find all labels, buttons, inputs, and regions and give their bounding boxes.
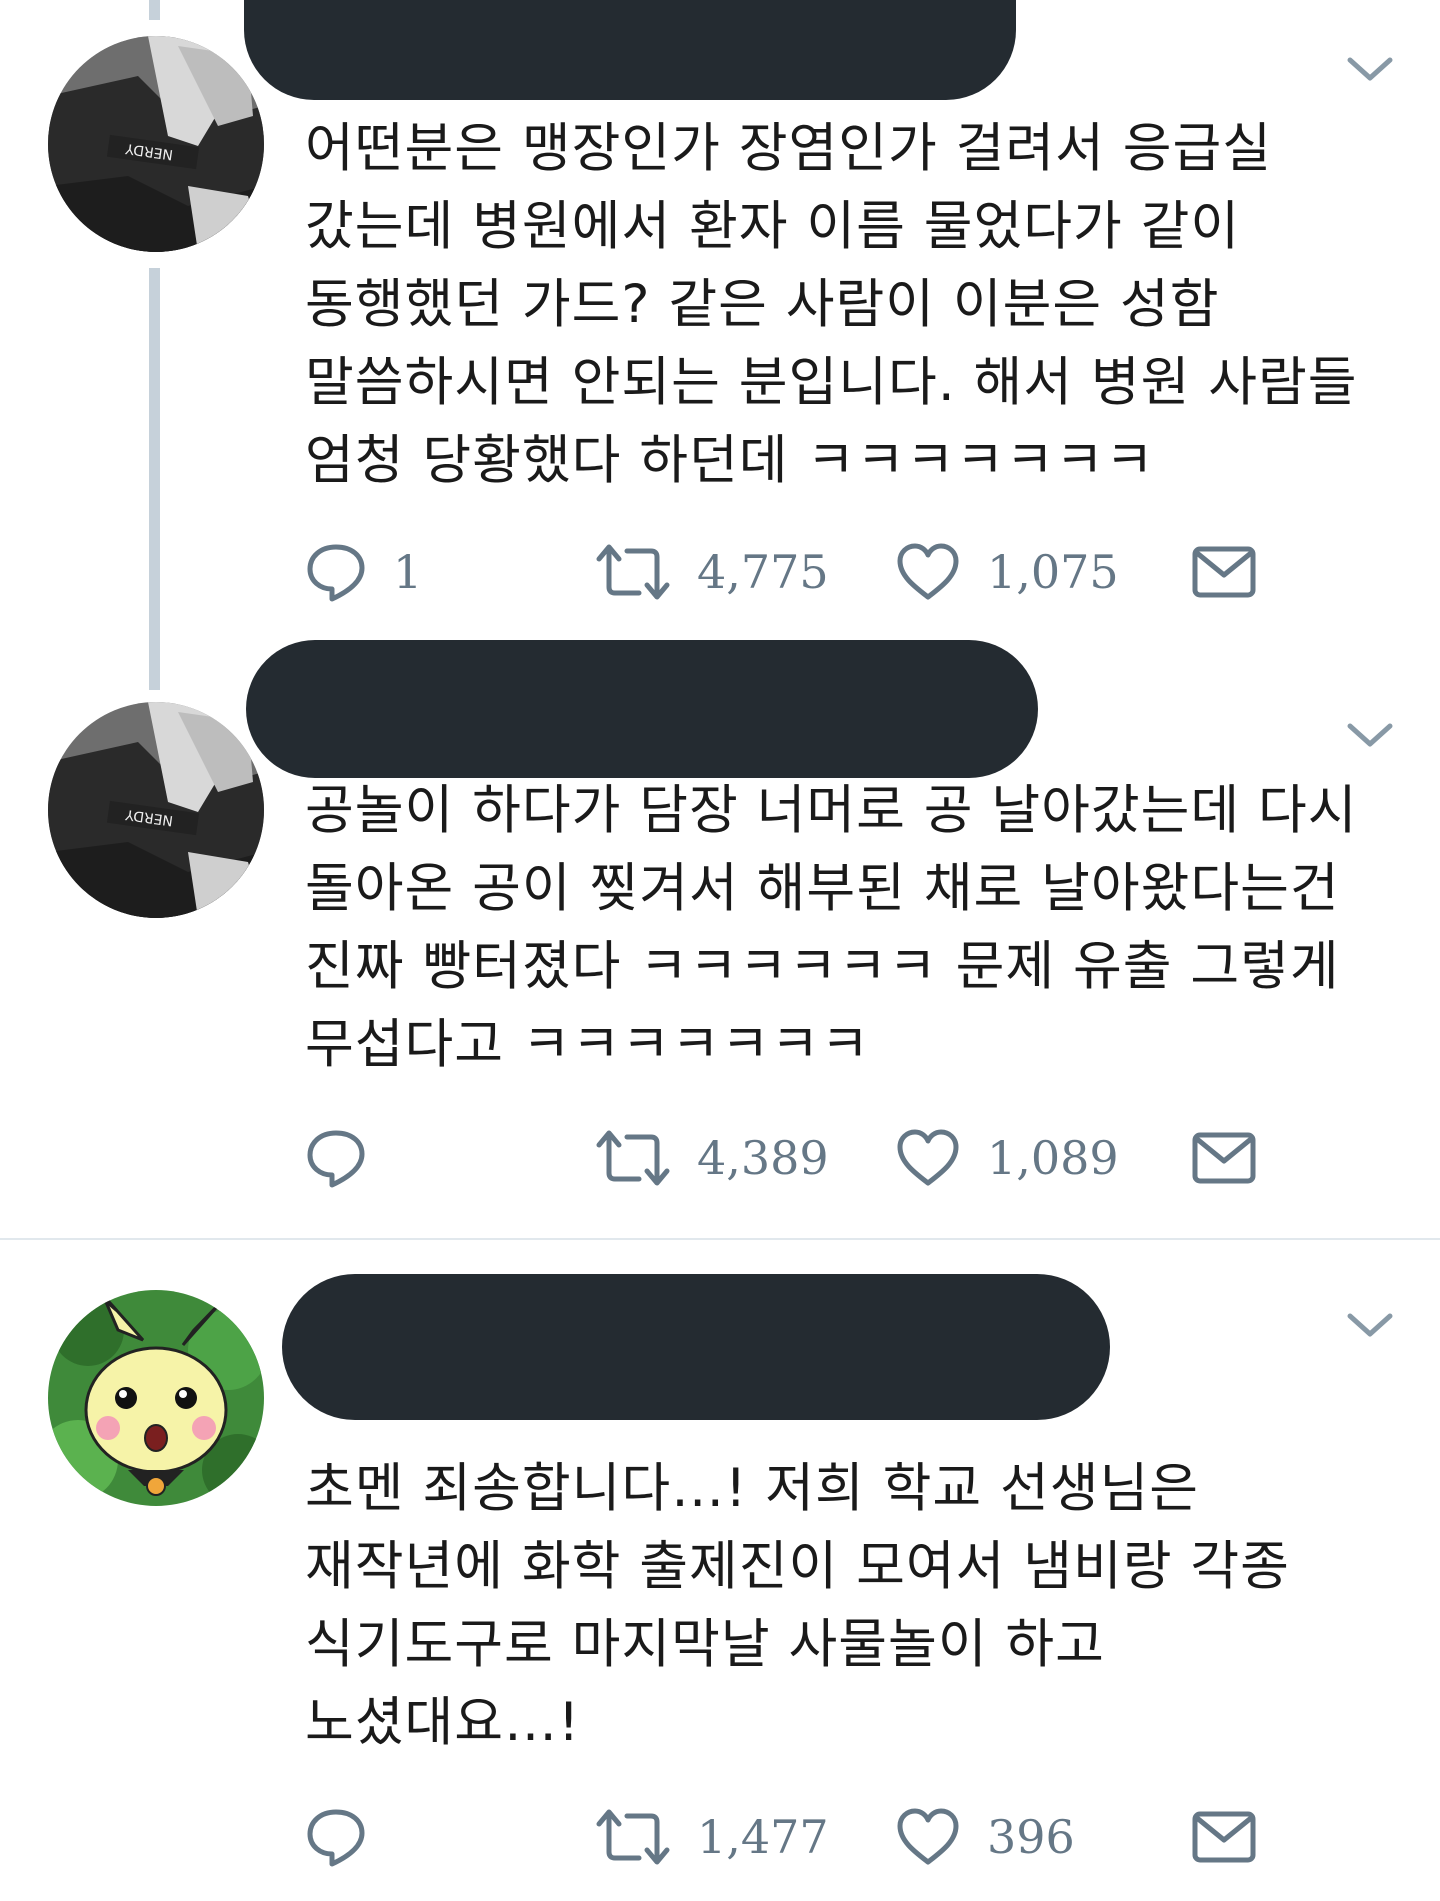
like-count: 1,075 (987, 545, 1119, 599)
chevron-down-icon[interactable] (1344, 718, 1396, 752)
avatar[interactable]: NERDY (48, 702, 264, 918)
heart-icon (897, 543, 959, 600)
retweet-button[interactable]: 1,477 (595, 1797, 829, 1877)
tweet-actions: 1,477 396 (305, 1797, 1305, 1877)
tweet[interactable]: NERDY 공놀이 하다가 담장 너머로 공 날아갔는데 다시 돌아온 공이 찢… (0, 640, 1440, 1240)
tweet-actions: 4,389 1,089 (305, 1118, 1305, 1198)
retweet-count: 4,389 (697, 1131, 829, 1185)
like-button[interactable]: 1,089 (895, 1118, 1119, 1198)
dm-button[interactable] (1191, 532, 1257, 612)
like-count: 1,089 (987, 1131, 1119, 1185)
reply-icon (307, 1130, 365, 1188)
tweet-actions: 1 4,775 1,075 (305, 532, 1305, 612)
reply-button[interactable] (305, 1118, 393, 1198)
dm-button[interactable] (1191, 1797, 1257, 1877)
like-button[interactable]: 1,075 (895, 532, 1119, 612)
reply-icon (307, 544, 365, 602)
retweet-icon (596, 544, 670, 600)
reply-count: 1 (393, 545, 423, 599)
envelope-icon (1192, 1811, 1256, 1863)
like-button[interactable]: 396 (895, 1797, 1075, 1877)
avatar[interactable] (48, 1290, 264, 1506)
tweet-text: 초멘 죄송합니다…! 저희 학교 선생님은 재작년에 화학 출제진이 모여서 냄… (305, 1458, 1290, 1753)
redacted-username (282, 1274, 1110, 1420)
redacted-username (244, 0, 1016, 100)
chevron-down-icon[interactable] (1344, 52, 1396, 86)
retweet-button[interactable]: 4,389 (595, 1118, 829, 1198)
redacted-username (246, 640, 1038, 778)
envelope-icon (1192, 546, 1256, 598)
retweet-icon (596, 1809, 670, 1865)
envelope-icon (1192, 1132, 1256, 1184)
reply-button[interactable] (305, 1797, 393, 1877)
heart-icon (897, 1129, 959, 1186)
retweet-count: 4,775 (697, 545, 829, 599)
reply-icon (307, 1809, 365, 1867)
avatar[interactable]: NERDY (48, 36, 264, 252)
heart-icon (897, 1808, 959, 1865)
tweet-text: 공놀이 하다가 담장 너머로 공 날아갔는데 다시 돌아온 공이 찢겨서 해부된… (305, 780, 1358, 1075)
like-count: 396 (987, 1810, 1075, 1864)
retweet-icon (596, 1130, 670, 1186)
tweet[interactable]: NERDY 어떤분은 맹장인가 장염인가 걸려서 응급실 갔는데 병원에서 환자… (0, 0, 1440, 640)
tweet-text: 어떤분은 맹장인가 장염인가 걸려서 응급실 갔는데 병원에서 환자 이름 물었… (305, 118, 1358, 491)
chevron-down-icon[interactable] (1344, 1308, 1396, 1342)
tweet[interactable]: 초멘 죄송합니다…! 저희 학교 선생님은 재작년에 화학 출제진이 모여서 냄… (0, 1240, 1440, 1901)
reply-button[interactable]: 1 (305, 532, 422, 612)
retweet-button[interactable]: 4,775 (595, 532, 829, 612)
retweet-count: 1,477 (697, 1810, 829, 1864)
dm-button[interactable] (1191, 1118, 1257, 1198)
